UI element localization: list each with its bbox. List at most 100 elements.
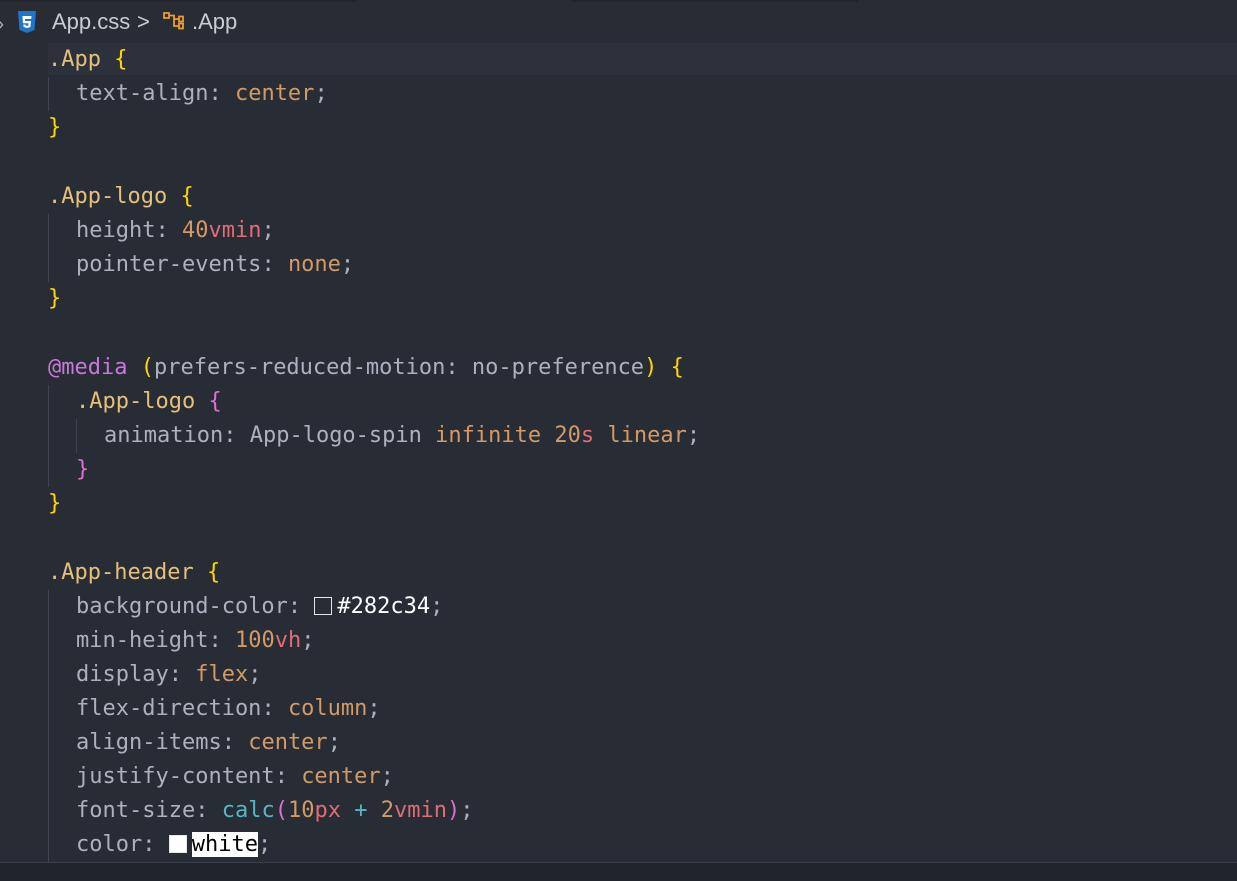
semicolon: ; (314, 81, 328, 106)
property: justify-content (76, 764, 275, 789)
semicolon: ; (327, 730, 341, 755)
code-line: justify-content: center; (76, 760, 394, 794)
paren: ( (140, 355, 154, 380)
semicolon: ; (340, 252, 355, 277)
paren: ) (446, 798, 461, 823)
bracket: { (206, 560, 221, 585)
breadcrumb-symbol[interactable]: .App (192, 9, 237, 35)
value: flex (195, 662, 249, 687)
media-query: prefers-reduced-motion: no-preference (153, 355, 645, 380)
number: 20 (554, 423, 581, 448)
punctuation: : (274, 764, 302, 789)
code-line: .App-logo { (48, 180, 194, 214)
chevron-right-icon: > (137, 9, 150, 34)
bracket: } (48, 115, 62, 140)
code-line: } (76, 453, 89, 487)
semicolon: ; (301, 628, 315, 653)
color-swatch[interactable] (168, 835, 187, 853)
bracket: { (114, 47, 128, 72)
punctuation: : (261, 252, 288, 277)
selector: .App (48, 47, 101, 72)
unit: vmin (208, 218, 262, 243)
property: text-align (76, 81, 209, 106)
semicolon: ; (248, 662, 262, 687)
color-swatch[interactable] (314, 597, 333, 615)
value: linear (607, 423, 687, 448)
code-line: } (48, 282, 61, 316)
semicolon: ; (367, 696, 381, 721)
property: display (76, 662, 169, 687)
property: color (76, 832, 143, 857)
punctuation: : (195, 798, 222, 823)
code-line: align-items: center; (76, 726, 341, 760)
code-line: flex-direction: column; (76, 692, 381, 726)
semicolon: ; (380, 764, 394, 789)
punctuation: : (142, 832, 169, 857)
unit: s (580, 423, 595, 448)
value: none (287, 252, 341, 277)
property: background-color (76, 594, 288, 619)
bracket: { (670, 355, 684, 380)
animation-name: App-logo-spin (249, 423, 422, 448)
code-line: } (48, 111, 61, 145)
semicolon: ; (261, 218, 275, 243)
code-line: pointer-events: none; (76, 248, 354, 282)
bracket: } (76, 457, 90, 482)
number: 40 (181, 218, 209, 243)
code-line: font-size: calc(10px + 2vmin); (76, 794, 473, 828)
breadcrumb-file[interactable]: App.css (52, 9, 130, 35)
value: center (248, 730, 328, 755)
unit: vh (274, 628, 302, 653)
color-value: white (191, 832, 258, 857)
selector: .App-logo (76, 389, 196, 414)
paren: ) (644, 355, 658, 380)
property: height (76, 218, 156, 243)
punctuation: : (287, 594, 315, 619)
code-line: @media (prefers-reduced-motion: no-prefe… (48, 351, 684, 385)
at-rule: @media (48, 355, 128, 380)
property: font-size (76, 798, 196, 823)
value: column (287, 696, 368, 721)
semicolon: ; (460, 798, 474, 823)
semicolon: ; (257, 832, 272, 857)
code-line: .App-header { (48, 556, 220, 590)
semicolon: ; (686, 423, 701, 448)
bracket: { (180, 184, 194, 209)
selector: .App-header (48, 560, 194, 585)
css3-icon (18, 11, 36, 33)
property: min-height (76, 628, 209, 653)
code-line: min-height: 100vh; (76, 624, 314, 658)
value: center (301, 764, 381, 789)
code-line: .App { (48, 43, 127, 77)
semicolon: ; (430, 594, 444, 619)
code-line: color: white; (76, 828, 271, 862)
unit: px (314, 798, 341, 823)
property: align-items (76, 730, 222, 755)
punctuation: : (208, 81, 235, 106)
symbol-class-icon (163, 12, 184, 30)
punctuation: : (223, 423, 250, 448)
code-line: .App-logo { (76, 385, 222, 419)
code-line: display: flex; (76, 658, 261, 692)
bracket: { (208, 389, 222, 414)
punctuation: : (261, 696, 288, 721)
value: infinite (435, 423, 542, 448)
panel-border (0, 862, 1237, 881)
breadcrumb: › App.css > .App (0, 0, 1237, 44)
unit: vmin (393, 798, 447, 823)
value: center (234, 81, 315, 106)
code-line: } (48, 487, 61, 521)
bracket: } (48, 491, 62, 516)
selector: .App-logo (48, 184, 168, 209)
code-line: text-align: center; (76, 77, 328, 111)
punctuation: : (221, 730, 249, 755)
number: 10 (287, 798, 315, 823)
code-line: animation: App-logo-spin infinite 20s li… (104, 419, 700, 453)
punctuation: : (168, 662, 196, 687)
